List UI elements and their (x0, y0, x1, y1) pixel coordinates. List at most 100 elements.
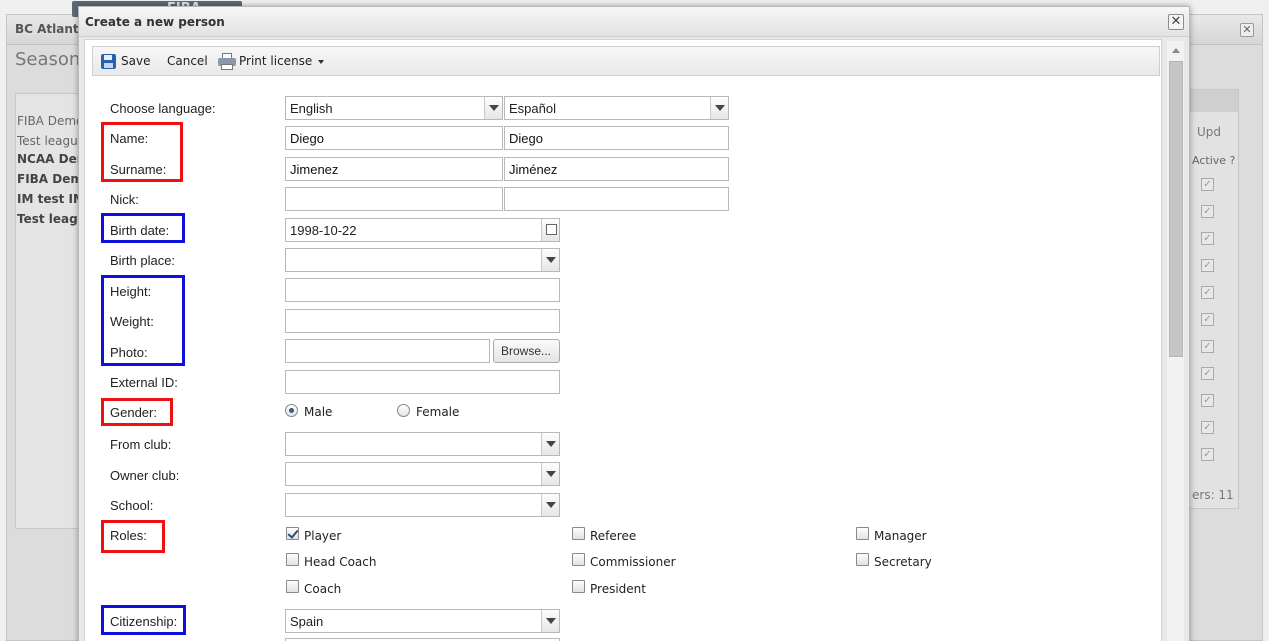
role-manager-checkbox[interactable] (856, 527, 869, 540)
role-coach-label[interactable]: Coach (304, 582, 341, 596)
background-table-panel: Upd Active ? ✓ ✓ ✓ ✓ ✓ ✓ ✓ ✓ ✓ ✓ ✓ ers: 11 (1189, 89, 1239, 509)
birth-place-label: Birth place: (110, 253, 176, 268)
choose-language-label: Choose language: (110, 101, 216, 116)
role-coach-checkbox[interactable] (286, 580, 299, 593)
name-primary-input[interactable]: Diego (285, 126, 503, 150)
from-club-label: From club: (110, 437, 172, 452)
toolbar: Save Cancel Print license (92, 46, 1160, 76)
active-checkbox[interactable]: ✓ (1201, 394, 1214, 407)
active-checkbox[interactable]: ✓ (1201, 205, 1214, 218)
league-item[interactable]: FIBA Demo (17, 114, 83, 128)
dialog-body: Save Cancel Print license Choose languag… (84, 39, 1162, 641)
birth-date-value: 1998-10-22 (290, 223, 357, 238)
update-button[interactable]: Upd (1197, 125, 1221, 139)
background-close-icon[interactable]: ✕ (1240, 23, 1254, 37)
highlight-box-gender (101, 398, 173, 426)
active-checkbox[interactable]: ✓ (1201, 313, 1214, 326)
role-commissioner-checkbox[interactable] (572, 553, 585, 566)
active-checkbox[interactable]: ✓ (1201, 340, 1214, 353)
role-head-coach-checkbox[interactable] (286, 553, 299, 566)
background-section-title: Season (15, 49, 81, 70)
owner-club-select[interactable] (285, 462, 560, 486)
external-id-label: External ID: (110, 375, 178, 390)
dialog-scrollbar[interactable] (1167, 41, 1184, 641)
active-checkbox[interactable]: ✓ (1201, 367, 1214, 380)
print-license-label: Print license (239, 54, 313, 68)
league-item[interactable]: IM test IM (17, 192, 85, 206)
active-checkbox[interactable]: ✓ (1201, 421, 1214, 434)
language-secondary-value: Español (509, 101, 556, 116)
gender-male-label[interactable]: Male (304, 405, 332, 419)
printer-icon[interactable] (218, 53, 236, 70)
chevron-down-icon[interactable] (484, 97, 502, 119)
role-secretary-label[interactable]: Secretary (874, 555, 932, 569)
school-select[interactable] (285, 493, 560, 517)
owner-club-label: Owner club: (110, 468, 180, 483)
highlight-box-height-weight-photo (101, 275, 185, 366)
league-item[interactable]: FIBA Dem (17, 172, 83, 186)
close-icon[interactable]: ✕ (1168, 14, 1184, 30)
role-player-checkbox[interactable] (286, 527, 299, 540)
chevron-down-icon[interactable] (541, 433, 559, 455)
gender-male-radio[interactable] (285, 404, 298, 417)
language-primary-select[interactable]: English (285, 96, 503, 120)
cancel-button[interactable]: Cancel (167, 54, 208, 68)
active-column-header: Active ? (1192, 154, 1236, 167)
active-checkbox[interactable]: ✓ (1201, 286, 1214, 299)
highlight-box-roles (101, 520, 165, 553)
from-club-select[interactable] (285, 432, 560, 456)
active-checkbox[interactable]: ✓ (1201, 259, 1214, 272)
role-president-checkbox[interactable] (572, 580, 585, 593)
name-secondary-input[interactable]: Diego (504, 126, 729, 150)
highlight-box-birth-date (101, 213, 185, 243)
surname-primary-input[interactable]: Jimenez (285, 157, 503, 181)
citizenship-select[interactable]: Spain (285, 609, 560, 633)
role-commissioner-label[interactable]: Commissioner (590, 555, 676, 569)
school-label: School: (110, 498, 154, 513)
calendar-icon[interactable] (541, 219, 559, 241)
weight-input[interactable] (285, 309, 560, 333)
gender-female-label[interactable]: Female (416, 405, 459, 419)
users-count: ers: 11 (1192, 488, 1234, 502)
photo-file-input[interactable] (285, 339, 490, 363)
birth-place-select[interactable] (285, 248, 560, 272)
league-item[interactable]: Test league (17, 134, 85, 148)
height-input[interactable] (285, 278, 560, 302)
role-player-label[interactable]: Player (304, 529, 341, 543)
chevron-down-icon[interactable] (541, 249, 559, 271)
scroll-up-icon[interactable] (1172, 48, 1180, 53)
role-manager-label[interactable]: Manager (874, 529, 927, 543)
language-primary-value: English (290, 101, 333, 116)
role-secretary-checkbox[interactable] (856, 553, 869, 566)
chevron-down-icon[interactable] (541, 494, 559, 516)
role-referee-label[interactable]: Referee (590, 529, 636, 543)
scrollbar-thumb[interactable] (1169, 61, 1183, 357)
background-table-header (1190, 90, 1238, 112)
active-checkbox[interactable]: ✓ (1201, 178, 1214, 191)
chevron-down-icon[interactable] (541, 463, 559, 485)
browse-button[interactable]: Browse... (493, 339, 560, 363)
role-referee-checkbox[interactable] (572, 527, 585, 540)
nick-secondary-input[interactable] (504, 187, 729, 211)
chevron-down-icon[interactable] (710, 97, 728, 119)
role-head-coach-label[interactable]: Head Coach (304, 555, 376, 569)
nick-label: Nick: (110, 192, 139, 207)
highlight-box-citizenship (101, 605, 186, 635)
gender-female-radio[interactable] (397, 404, 410, 417)
external-id-input[interactable] (285, 370, 560, 394)
league-item[interactable]: Test leagu (17, 212, 86, 226)
active-checkbox[interactable]: ✓ (1201, 232, 1214, 245)
nick-primary-input[interactable] (285, 187, 503, 211)
active-checkbox[interactable]: ✓ (1201, 448, 1214, 461)
surname-secondary-input[interactable]: Jiménez (504, 157, 729, 181)
language-secondary-select[interactable]: Español (504, 96, 729, 120)
save-icon[interactable] (101, 54, 116, 69)
print-license-button[interactable]: Print license (239, 54, 325, 68)
citizenship-value: Spain (290, 614, 324, 629)
dialog-titlebar: Create a new person ✕ (79, 7, 1189, 37)
save-button[interactable]: Save (121, 54, 150, 68)
role-president-label[interactable]: President (590, 582, 646, 596)
chevron-down-icon[interactable] (541, 610, 559, 632)
birth-date-input[interactable]: 1998-10-22 (285, 218, 560, 242)
highlight-box-name-surname (101, 122, 183, 182)
